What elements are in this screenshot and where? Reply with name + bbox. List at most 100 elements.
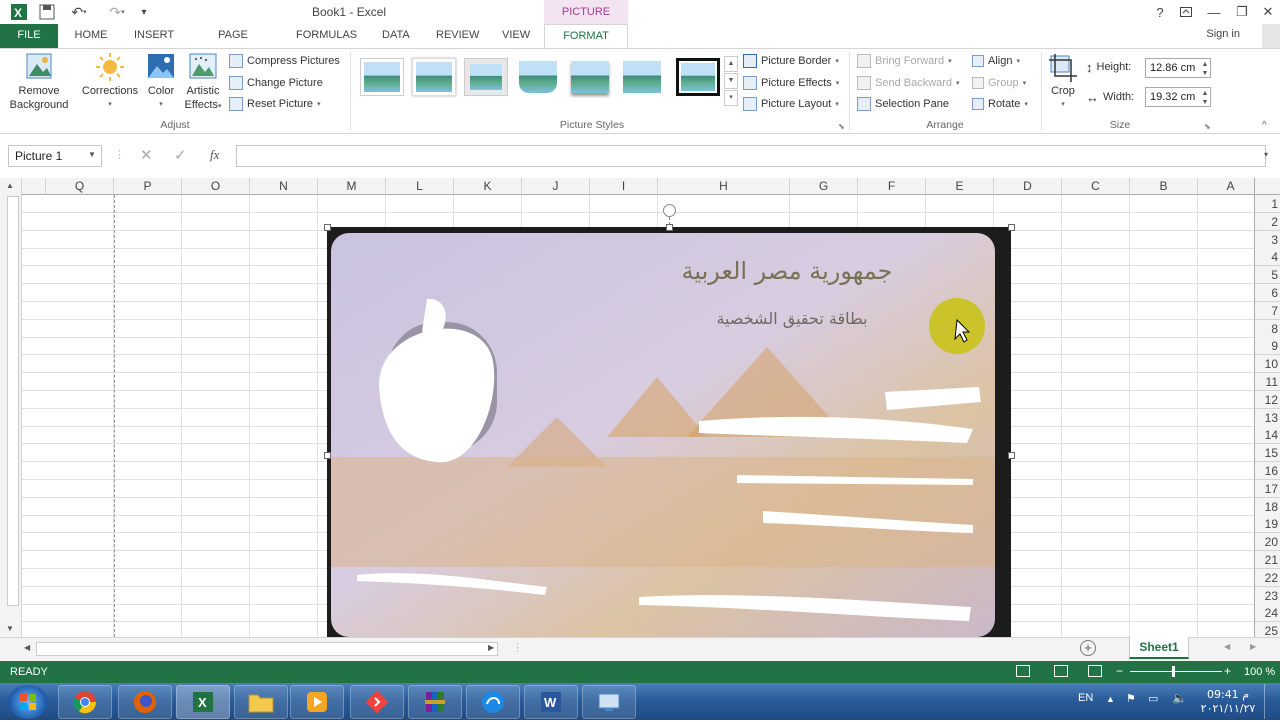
column-header-m[interactable]: M [318, 178, 386, 195]
restore-button[interactable]: ❐ [1228, 0, 1256, 24]
undo-icon[interactable]: ↶ ▾ [64, 2, 94, 22]
taskbar-word[interactable]: W [524, 685, 578, 719]
column-header-d[interactable]: D [994, 178, 1062, 195]
resize-handle-top[interactable] [666, 224, 673, 231]
bring-forward-button[interactable]: Bring Forward ▾ [857, 51, 952, 71]
page-layout-view-icon[interactable] [1054, 665, 1068, 677]
column-header-q[interactable]: Q [46, 178, 114, 195]
height-spinner[interactable]: ▲ ▼ [1200, 60, 1210, 78]
collapse-ribbon-icon[interactable]: ^ [1262, 120, 1267, 131]
rotation-handle-icon[interactable] [663, 204, 676, 217]
taskbar-media-player[interactable] [290, 685, 344, 719]
language-indicator[interactable]: EN [1078, 692, 1093, 704]
taskbar-excel[interactable]: X [176, 685, 230, 719]
taskbar-control-panel[interactable] [582, 685, 636, 719]
help-button[interactable]: ? [1146, 0, 1174, 24]
prev-sheet-arrow-icon[interactable]: ▶ [1250, 642, 1256, 651]
select-all-corner[interactable] [1254, 178, 1280, 195]
cancel-icon[interactable]: ✕ [140, 146, 153, 164]
column-header-l[interactable]: L [386, 178, 454, 195]
column-header-c[interactable]: C [1062, 178, 1130, 195]
group-button[interactable]: Group ▾ [972, 73, 1026, 93]
zoom-slider-thumb[interactable] [1172, 666, 1175, 677]
sign-in-link[interactable]: Sign in [1206, 28, 1240, 40]
scroll-left-arrow-icon[interactable]: ◀ [24, 643, 30, 652]
gallery-down-arrow-icon[interactable]: ▼ [724, 73, 738, 89]
taskbar-firefox[interactable] [118, 685, 172, 719]
show-desktop-button[interactable] [1264, 684, 1278, 719]
formula-input[interactable] [236, 145, 1266, 167]
resize-handle-left[interactable] [324, 452, 331, 459]
tab-formulas[interactable]: FORMULAS [286, 24, 364, 48]
vertical-scroll-thumb[interactable] [7, 196, 19, 606]
column-header-p[interactable]: P [114, 178, 182, 195]
redo-icon[interactable]: ↷ ▾ [102, 2, 132, 22]
tab-review[interactable]: REVIEW [426, 24, 484, 48]
page-break-view-icon[interactable] [1088, 665, 1102, 677]
column-header-h[interactable]: H [658, 178, 790, 195]
picture-style-1[interactable] [360, 58, 404, 96]
picture-style-7[interactable] [676, 58, 720, 96]
picture-style-6[interactable] [620, 58, 664, 96]
scroll-right-arrow-icon[interactable]: ▶ [488, 643, 494, 652]
sheet-tab-sheet1[interactable]: Sheet1 [1129, 637, 1189, 659]
row-header-13[interactable]: 13 [1254, 408, 1280, 427]
row-header-12[interactable]: 12 [1254, 390, 1280, 409]
action-center-icon[interactable]: ⚑ [1126, 692, 1136, 705]
change-picture-button[interactable]: Change Picture [229, 73, 323, 93]
row-header-9[interactable]: 9 [1254, 337, 1280, 356]
row-header-7[interactable]: 7 [1254, 301, 1280, 320]
scroll-down-arrow-icon[interactable]: ▼ [6, 624, 14, 633]
row-header-14[interactable]: 14 [1254, 426, 1280, 445]
tab-home[interactable]: HOME [64, 24, 118, 48]
insert-function-icon[interactable]: fx [210, 147, 219, 163]
picture-layout-button[interactable]: Picture Layout ▾ [743, 94, 839, 114]
row-header-23[interactable]: 23 [1254, 586, 1280, 605]
tab-format[interactable]: FORMAT [544, 24, 628, 49]
picture-style-3[interactable] [464, 58, 508, 96]
color-button[interactable]: Color ▾ [144, 52, 178, 112]
start-button[interactable] [8, 685, 48, 719]
expand-formula-bar-icon[interactable]: ▾ [1264, 150, 1268, 159]
taskbar-winrar[interactable] [408, 685, 462, 719]
taskbar-chrome[interactable] [58, 685, 112, 719]
row-header-2[interactable]: 2 [1254, 212, 1280, 231]
next-sheet-arrow-icon[interactable]: ◀ [1224, 642, 1230, 651]
crop-button[interactable]: Crop ▾ [1046, 52, 1080, 112]
gallery-up-arrow-icon[interactable]: ▲ [724, 56, 738, 72]
row-header-19[interactable]: 19 [1254, 515, 1280, 534]
row-header-20[interactable]: 20 [1254, 533, 1280, 552]
column-header-o[interactable]: O [182, 178, 250, 195]
minimize-button[interactable]: — [1200, 0, 1228, 24]
align-button[interactable]: Align ▾ [972, 51, 1020, 71]
row-header-22[interactable]: 22 [1254, 568, 1280, 587]
row-header-24[interactable]: 24 [1254, 604, 1280, 623]
show-hidden-icons-icon[interactable]: ▲ [1106, 694, 1115, 704]
resize-handle-top-right[interactable] [1008, 224, 1015, 231]
zoom-in-icon[interactable]: + [1224, 664, 1231, 678]
send-backward-button[interactable]: Send Backward ▾ [857, 73, 960, 93]
row-header-6[interactable]: 6 [1254, 284, 1280, 302]
column-header-b[interactable]: B [1130, 178, 1198, 195]
account-avatar[interactable] [1262, 24, 1280, 48]
row-header-1[interactable]: 1 [1254, 195, 1280, 213]
clock[interactable]: 09:41 م ٢٠٢١/١١/٢٧ [1200, 688, 1256, 716]
row-header-18[interactable]: 18 [1254, 497, 1280, 516]
selection-pane-button[interactable]: Selection Pane [857, 94, 949, 114]
row-header-10[interactable]: 10 [1254, 355, 1280, 374]
volume-icon[interactable]: 🔈 [1172, 691, 1187, 705]
ribbon-display-options-button[interactable] [1172, 0, 1200, 24]
picture-style-5[interactable] [568, 58, 612, 96]
zoom-out-icon[interactable]: − [1116, 664, 1123, 678]
scroll-up-arrow-icon[interactable]: ▲ [6, 181, 14, 190]
column-header-f[interactable]: F [858, 178, 926, 195]
taskbar-app-blue[interactable] [466, 685, 520, 719]
row-header-11[interactable]: 11 [1254, 373, 1280, 391]
picture-style-2[interactable] [412, 58, 456, 96]
close-button[interactable]: ✕ [1254, 0, 1280, 24]
column-header-n[interactable]: N [250, 178, 318, 195]
resize-handle-right[interactable] [1008, 452, 1015, 459]
zoom-slider[interactable] [1130, 671, 1222, 672]
gallery-more-icon[interactable]: ▾ [724, 90, 738, 106]
picture-border-button[interactable]: Picture Border ▾ [743, 51, 839, 71]
